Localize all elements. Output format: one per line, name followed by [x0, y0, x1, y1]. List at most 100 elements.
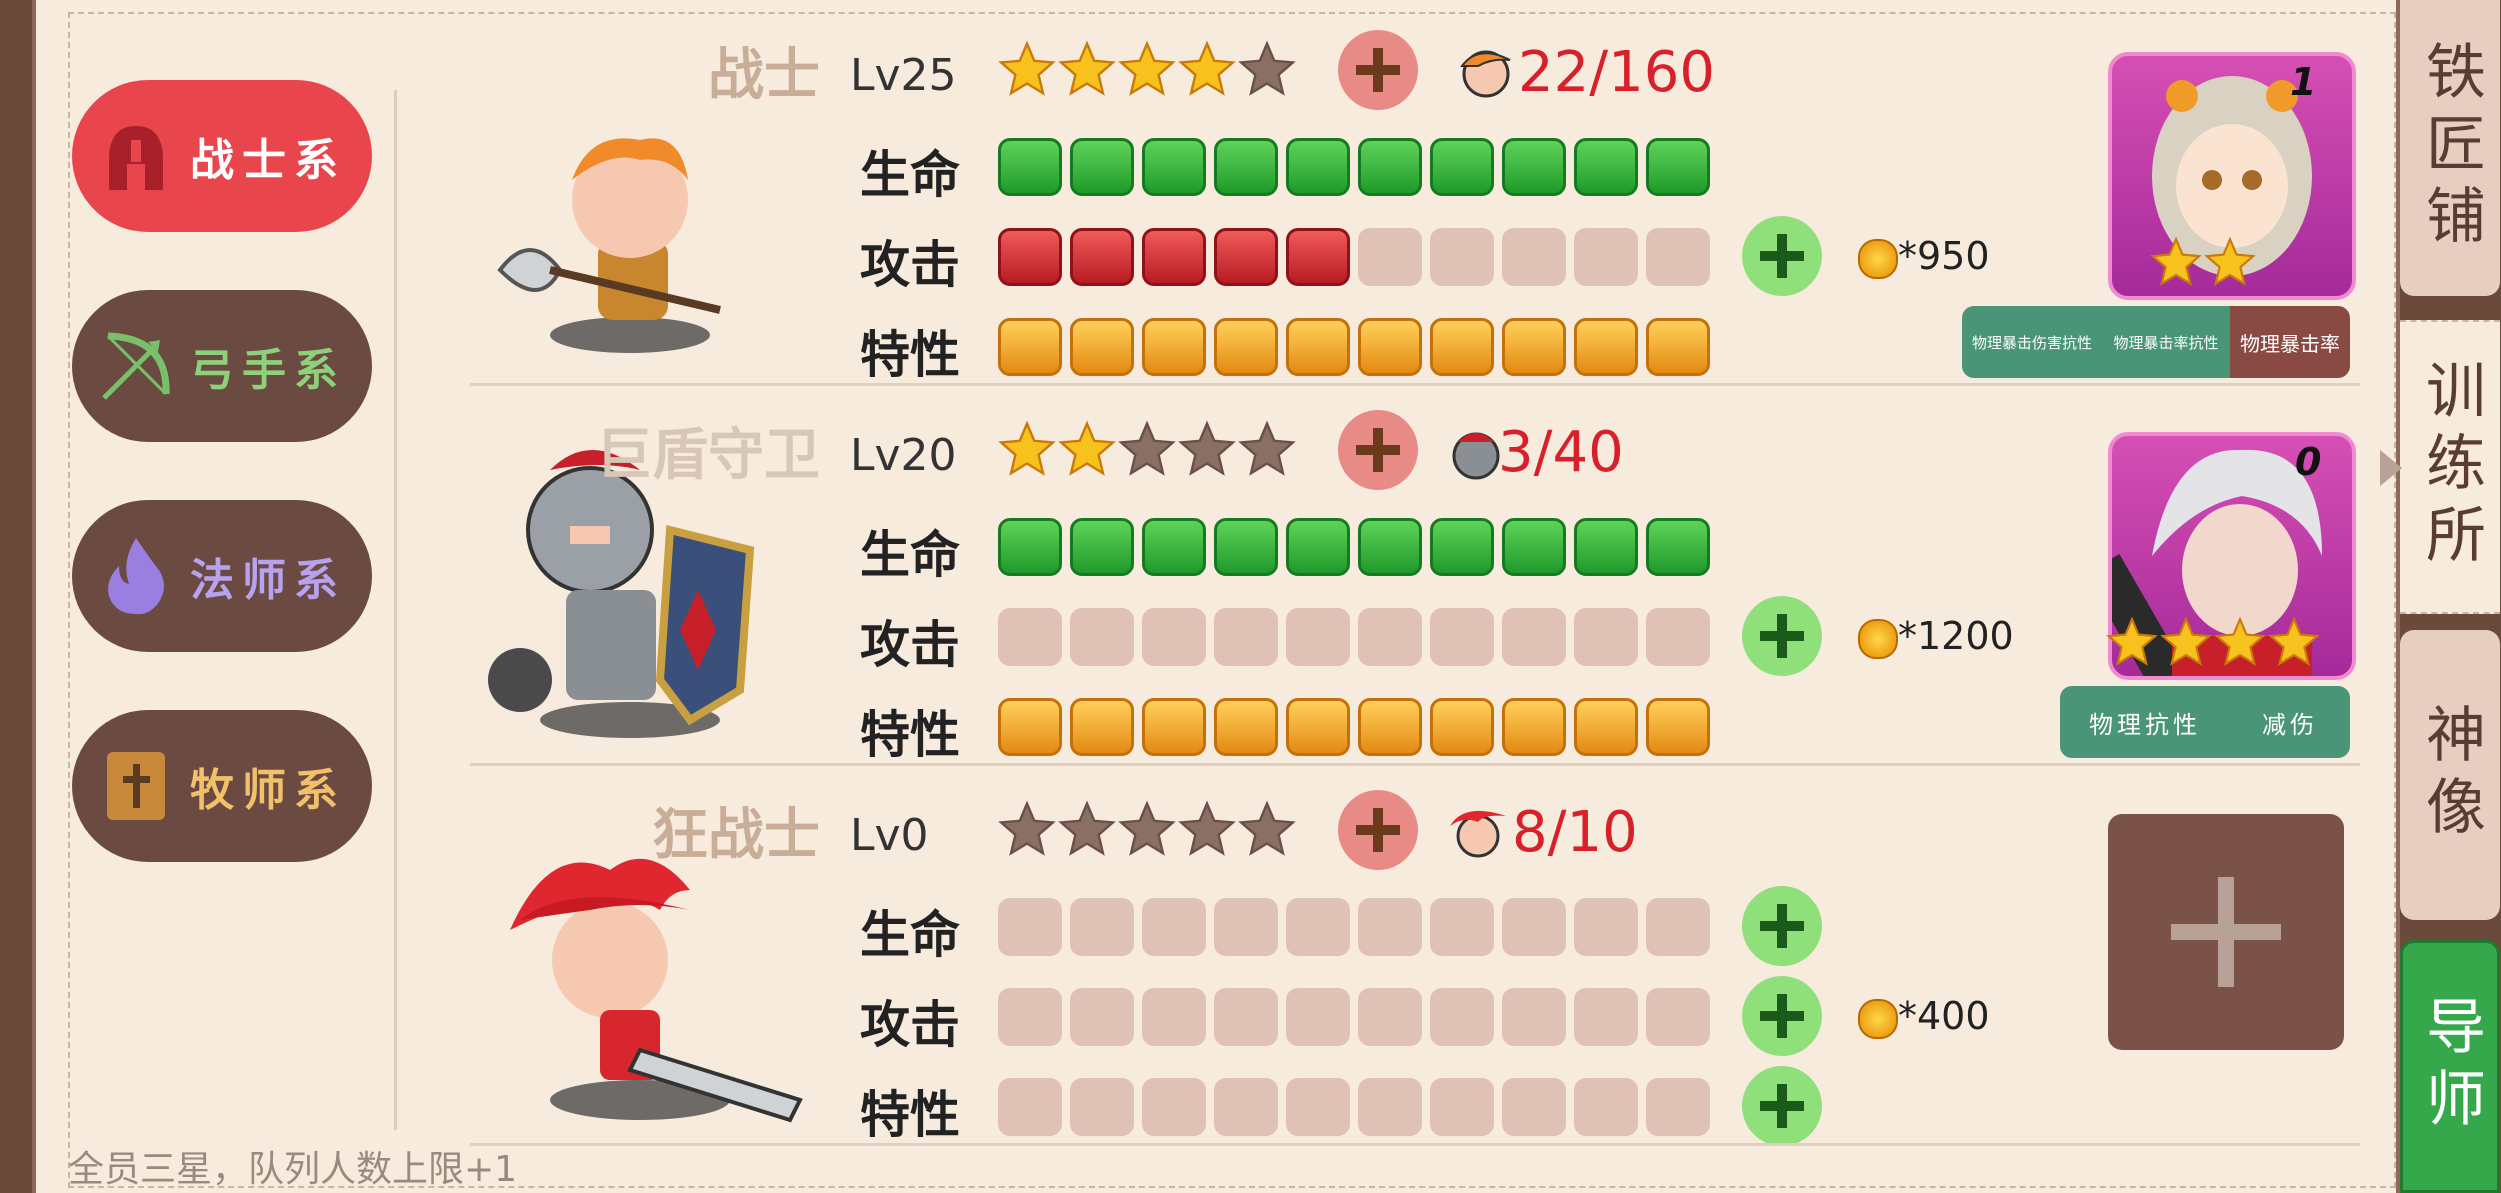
- star-filled-icon: [2106, 616, 2158, 672]
- bar-segment-filled: [1646, 318, 1710, 376]
- mentor-tag: 减伤: [2262, 710, 2318, 739]
- bar-segment-empty: [1646, 608, 1710, 666]
- stat-atk-label: 攻击: [860, 996, 960, 1054]
- tab-training[interactable]: 训练所: [2400, 320, 2500, 614]
- bar-segment-empty: [1070, 1078, 1134, 1136]
- bar-segment-empty: [1142, 988, 1206, 1046]
- bar-segment-empty: [1430, 988, 1494, 1046]
- star-filled-icon: [1178, 40, 1236, 98]
- bar-segment-filled: [1574, 698, 1638, 756]
- helmet-icon: [96, 116, 176, 196]
- mentor-tag: 物理暴击率抗性: [2102, 306, 2230, 378]
- upgrade-star-button[interactable]: [1338, 790, 1418, 870]
- mentor-stars: [2150, 236, 2256, 292]
- bar-segment-filled: [1214, 698, 1278, 756]
- star-empty-icon: [1058, 800, 1116, 858]
- coin-icon: [1858, 998, 1898, 1039]
- star-empty-icon: [1118, 420, 1176, 478]
- bar-segment-filled: [1358, 138, 1422, 196]
- bar-segment-filled: [998, 698, 1062, 756]
- tab-mentor[interactable]: 导师: [2400, 940, 2500, 1193]
- star-filled-icon: [998, 420, 1056, 478]
- bar-segment-empty: [1070, 608, 1134, 666]
- bar-segment-empty: [1286, 1078, 1350, 1136]
- upgrade-atk-button[interactable]: [1742, 976, 1822, 1056]
- stat-trait-label: 特性: [860, 326, 960, 384]
- bar-segment-filled: [1142, 318, 1206, 376]
- coin-icon: [1858, 238, 1898, 279]
- star-empty-icon: [1238, 420, 1296, 478]
- upgrade-hp-button[interactable]: [1742, 886, 1822, 966]
- add-mentor-button[interactable]: [2108, 814, 2344, 1050]
- hero-berserker-portrait[interactable]: [490, 850, 820, 1144]
- upgrade-atk-button[interactable]: [1742, 596, 1822, 676]
- hero-name: 狂战士: [652, 803, 820, 868]
- bar-segment-empty: [1574, 608, 1638, 666]
- hero-level: Lv0: [850, 810, 929, 861]
- star-filled-icon: [2160, 616, 2212, 672]
- bar-segment-filled: [1286, 138, 1350, 196]
- tab-blacksmith[interactable]: 铁匠铺: [2400, 0, 2500, 296]
- category-label: 牧师系: [190, 765, 346, 816]
- plus-icon: [1760, 614, 1804, 658]
- upgrade-atk-button[interactable]: [1742, 216, 1822, 296]
- bar-segment-empty: [1142, 608, 1206, 666]
- bar-segment-empty: [1502, 988, 1566, 1046]
- bar-segment-empty: [1358, 1078, 1422, 1136]
- tab-statue[interactable]: 神像: [2400, 630, 2500, 920]
- tab-label: 铁匠铺: [2415, 40, 2486, 256]
- category-mage-button[interactable]: 法师系: [72, 500, 372, 652]
- upgrade-star-button[interactable]: [1338, 30, 1418, 110]
- bar-segment-empty: [998, 988, 1062, 1046]
- hero-stars: [998, 420, 1296, 478]
- bar-segment-filled: [1646, 138, 1710, 196]
- bar-segment-filled: [1430, 518, 1494, 576]
- atk-bar: [998, 988, 1710, 1046]
- hero-stars: [998, 40, 1296, 98]
- bar-segment-filled: [1502, 518, 1566, 576]
- bar-segment-filled: [1574, 518, 1638, 576]
- upgrade-trait-button[interactable]: [1742, 1066, 1822, 1146]
- bar-segment-filled: [1070, 518, 1134, 576]
- bar-segment-empty: [1286, 898, 1350, 956]
- bar-segment-filled: [1430, 698, 1494, 756]
- bar-segment-empty: [998, 608, 1062, 666]
- hero-shard-icon: [1448, 44, 1518, 102]
- hero-name: 战士: [708, 43, 820, 108]
- bar-segment-filled: [1286, 698, 1350, 756]
- plus-icon: [1760, 234, 1804, 278]
- star-filled-icon: [2214, 616, 2266, 672]
- bar-segment-empty: [1646, 1078, 1710, 1136]
- category-archer-button[interactable]: 弓手系: [72, 290, 372, 442]
- bar-segment-filled: [1214, 518, 1278, 576]
- bar-segment-empty: [1574, 228, 1638, 286]
- bar-segment-empty: [1646, 228, 1710, 286]
- category-warrior-button[interactable]: 战士系: [72, 80, 372, 232]
- category-priest-button[interactable]: 牧师系: [72, 710, 372, 862]
- mentor-tags: 物理暴击伤害抗性 物理暴击率抗性 物理暴击率: [1962, 306, 2350, 378]
- stat-trait-label: 特性: [860, 706, 960, 764]
- bar-segment-filled: [1142, 698, 1206, 756]
- bar-segment-filled: [1214, 138, 1278, 196]
- star-filled-icon: [2150, 236, 2202, 292]
- coin-icon: [1858, 618, 1898, 659]
- hero-stars: [998, 800, 1296, 858]
- tab-label: 神像: [2415, 703, 2486, 847]
- plus-icon: [1760, 994, 1804, 1038]
- row-divider: [470, 763, 2360, 766]
- bar-segment-empty: [1358, 988, 1422, 1046]
- hero-warrior-portrait[interactable]: [480, 120, 740, 364]
- upgrade-star-button[interactable]: [1338, 410, 1418, 490]
- plus-icon: [2171, 877, 2281, 987]
- cost-value: *1200: [1898, 614, 2014, 658]
- bar-segment-filled: [1286, 318, 1350, 376]
- bar-segment-filled: [1646, 698, 1710, 756]
- hero-level: Lv20: [850, 430, 957, 481]
- bar-segment-empty: [1502, 1078, 1566, 1136]
- bar-segment-empty: [1358, 228, 1422, 286]
- hp-bar: [998, 518, 1710, 576]
- bar-segment-empty: [1430, 1078, 1494, 1136]
- hero-shard-icon: [1448, 424, 1504, 486]
- hero-shard-count: 8/10: [1512, 800, 1638, 865]
- upgrade-cost: *400: [1858, 994, 1990, 1039]
